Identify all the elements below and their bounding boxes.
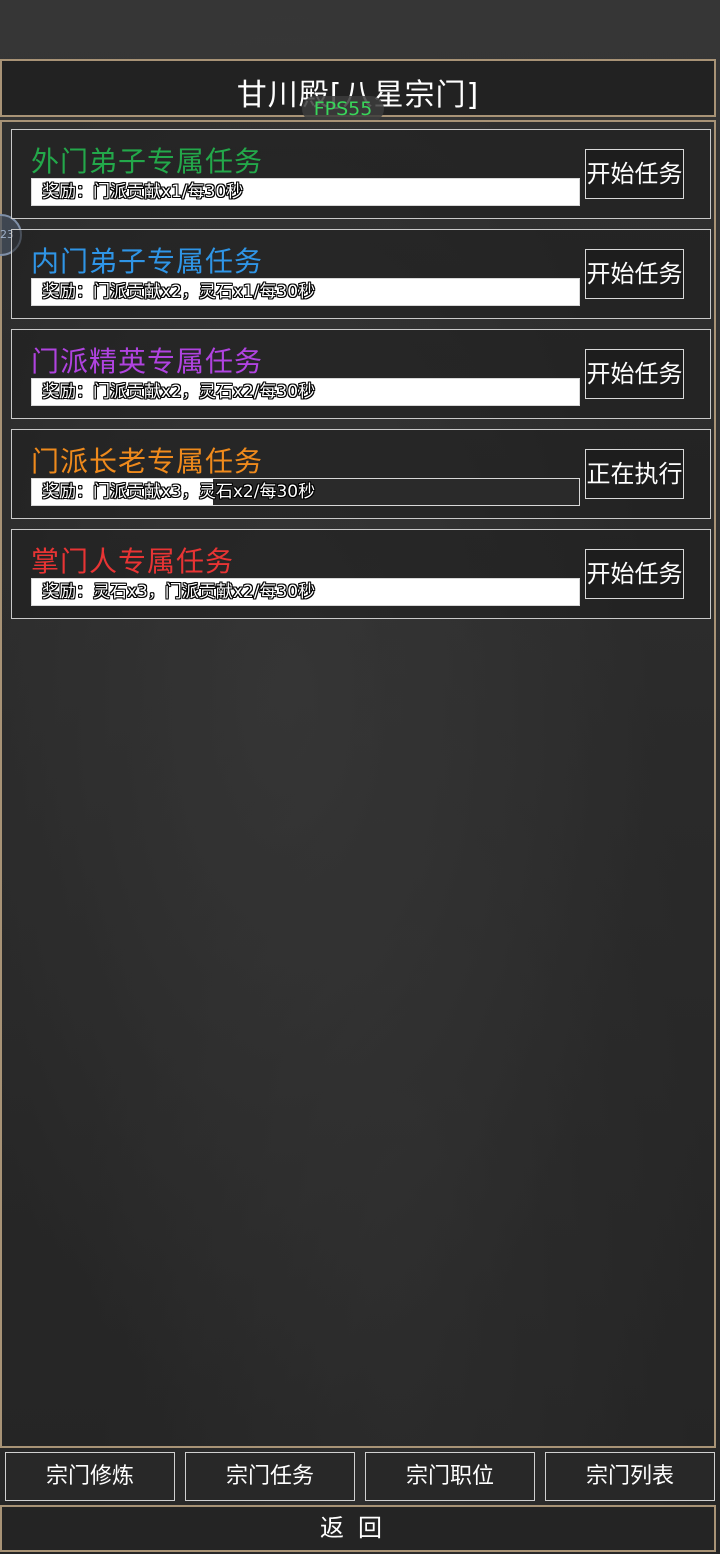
tab-sect-list[interactable]: 宗门列表 — [545, 1452, 715, 1501]
tab-sect-cultivation[interactable]: 宗门修炼 — [5, 1452, 175, 1501]
task-name: 内门弟子专属任务 — [31, 245, 264, 278]
reward-text: 奖励：门派贡献x2，灵石x1/每30秒 — [42, 282, 316, 302]
task-name: 外门弟子专属任务 — [31, 145, 264, 178]
tab-sect-positions[interactable]: 宗门职位 — [365, 1452, 535, 1501]
task-name: 掌门人专属任务 — [31, 545, 235, 578]
back-button[interactable]: 返回 — [0, 1505, 716, 1552]
executing-task-button[interactable]: 正在执行 — [585, 449, 684, 499]
reward-progress-bar: 奖励：门派贡献x1/每30秒 — [31, 178, 580, 206]
reward-text: 奖励：门派贡献x1/每30秒 — [42, 182, 244, 202]
start-task-button[interactable]: 开始任务 — [585, 549, 684, 599]
task-row-outer-disciple: 外门弟子专属任务 奖励：门派贡献x1/每30秒 开始任务 — [11, 129, 711, 219]
task-row-sect-elite: 门派精英专属任务 奖励：门派贡献x2，灵石x2/每30秒 开始任务 — [11, 329, 711, 419]
start-task-button[interactable]: 开始任务 — [585, 149, 684, 199]
reward-text: 奖励：门派贡献x3，灵石x2/每30秒 — [42, 482, 316, 502]
task-row-sect-master: 掌门人专属任务 奖励：灵石x3，门派贡献x2/每30秒 开始任务 — [11, 529, 711, 619]
task-row-sect-elder: 门派长老专属任务 奖励：门派贡献x3，灵石x2/每30秒 正在执行 — [11, 429, 711, 519]
start-task-button[interactable]: 开始任务 — [585, 249, 684, 299]
reward-progress-bar: 奖励：门派贡献x3，灵石x2/每30秒 — [31, 478, 580, 506]
start-task-button[interactable]: 开始任务 — [585, 349, 684, 399]
tab-sect-tasks[interactable]: 宗门任务 — [185, 1452, 355, 1501]
task-row-inner-disciple: 内门弟子专属任务 奖励：门派贡献x2，灵石x1/每30秒 开始任务 — [11, 229, 711, 319]
reward-text: 奖励：门派贡献x2，灵石x2/每30秒 — [42, 382, 316, 402]
reward-text: 奖励：灵石x3，门派贡献x2/每30秒 — [42, 582, 316, 602]
reward-progress-bar: 奖励：门派贡献x2，灵石x1/每30秒 — [31, 278, 580, 306]
task-name: 门派精英专属任务 — [31, 345, 264, 378]
task-name: 门派长老专属任务 — [31, 445, 264, 478]
reward-progress-bar: 奖励：灵石x3，门派贡献x2/每30秒 — [31, 578, 580, 606]
fps-counter: FPS55 — [302, 96, 384, 122]
reward-progress-bar: 奖励：门派贡献x2，灵石x2/每30秒 — [31, 378, 580, 406]
task-panel — [0, 120, 716, 1448]
